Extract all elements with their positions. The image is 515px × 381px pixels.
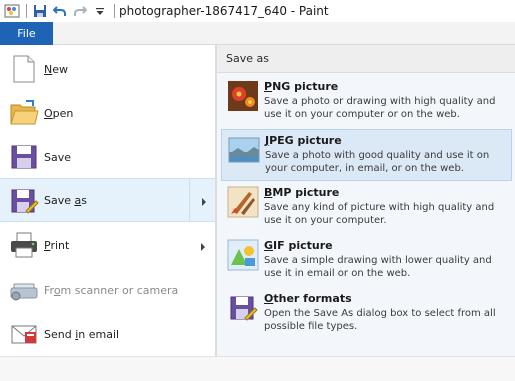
gif-option-description: Save a simple drawing with lower quality… (264, 255, 492, 279)
save-as-submenu-arrow[interactable] (189, 178, 215, 222)
save-option-png[interactable]: PNG picture Save a photo or drawing with… (221, 76, 512, 128)
menu-label-save: Save (44, 150, 72, 164)
save-option-other-formats[interactable]: Other formats Open the Save As dialog bo… (221, 288, 512, 340)
bottom-strip (0, 356, 515, 381)
undo-icon[interactable] (51, 2, 69, 20)
bmp-option-description: Save any kind of picture with high quali… (264, 202, 495, 226)
toolbar-separator (114, 4, 115, 18)
jpeg-landscape-icon (228, 134, 260, 166)
bmp-brushes-icon (227, 186, 259, 218)
save-as-icon (8, 185, 40, 217)
file-tab[interactable]: File (0, 22, 53, 45)
png-option-description: Save a photo or drawing with high qualit… (264, 96, 496, 120)
menu-label-print: Print (44, 238, 70, 252)
jpeg-option-title: JPEG picture (265, 134, 342, 147)
menu-label-save-as: Save as (44, 193, 87, 207)
scanner-icon (8, 274, 40, 306)
other-formats-option-title: Other formats (264, 292, 352, 305)
save-as-panel-header: Save as (217, 45, 515, 73)
gif-shapes-icon (227, 239, 259, 271)
other-formats-icon (227, 292, 259, 324)
menu-label-from-scanner: From scanner or camera (44, 283, 179, 297)
new-document-icon (8, 53, 40, 85)
file-menu: New Open Save Save as Print From scanner… (0, 45, 216, 381)
menu-item-print[interactable]: Print (0, 223, 215, 267)
toolbar-separator (26, 4, 27, 18)
redo-icon[interactable] (71, 2, 89, 20)
floppy-disk-icon (8, 141, 40, 173)
paint-app-icon[interactable] (3, 2, 21, 20)
menu-label-new: New (44, 62, 68, 76)
folder-open-icon (8, 97, 40, 129)
window-title: photographer-1867417_640 - Paint (119, 4, 329, 18)
menu-item-save-as[interactable]: Save as (0, 178, 189, 222)
jpeg-option-description: Save a photo with good quality and use i… (265, 150, 490, 174)
save-option-gif[interactable]: GIF picture Save a simple drawing with l… (221, 235, 512, 287)
quick-save-icon[interactable] (31, 2, 49, 20)
menu-item-save[interactable]: Save (0, 135, 215, 179)
chevron-right-icon (200, 196, 208, 206)
bmp-option-title: BMP picture (264, 186, 340, 199)
save-option-bmp[interactable]: BMP picture Save any kind of picture wit… (221, 182, 512, 234)
menu-item-open[interactable]: Open (0, 91, 215, 135)
menu-item-from-scanner: From scanner or camera (0, 268, 215, 312)
ribbon-tab-strip (53, 22, 515, 45)
png-flower-icon (227, 80, 259, 112)
title-bar: photographer-1867417_640 - Paint (0, 0, 515, 22)
menu-item-new[interactable]: New (0, 47, 215, 91)
menu-label-send-email: Send in email (44, 327, 120, 341)
customize-toolbar-icon[interactable] (91, 2, 109, 20)
chevron-right-icon (199, 241, 207, 251)
printer-icon (8, 229, 40, 261)
quick-access-toolbar (0, 0, 119, 22)
email-icon (8, 318, 40, 350)
png-option-title: PNG picture (264, 80, 339, 93)
menu-item-send-email[interactable]: Send in email (0, 312, 215, 356)
menu-label-open: Open (44, 106, 74, 120)
gif-option-title: GIF picture (264, 239, 333, 252)
save-option-jpeg[interactable]: JPEG picture Save a photo with good qual… (221, 129, 512, 181)
other-formats-option-description: Open the Save As dialog box to select fr… (264, 308, 496, 332)
save-as-panel: Save as PNG picture Save a photo or draw… (216, 45, 515, 366)
